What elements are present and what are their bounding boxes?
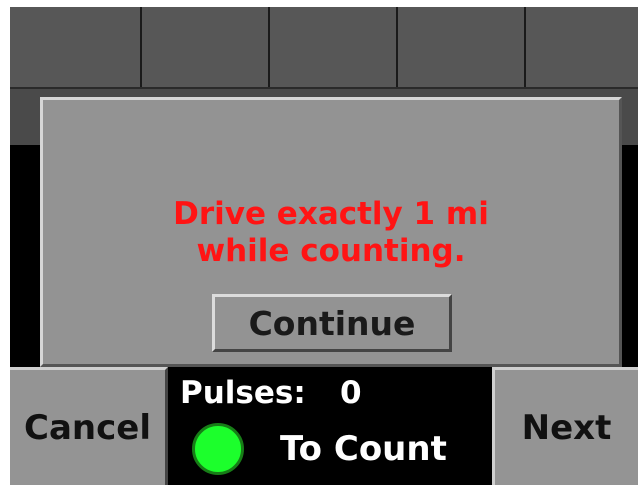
toolbar-cell-5[interactable] xyxy=(526,7,638,87)
toolbar-cell-2[interactable] xyxy=(142,7,270,87)
status-label: To Count xyxy=(280,429,447,469)
continue-button[interactable]: Continue xyxy=(212,294,452,352)
toolbar-cell-4[interactable] xyxy=(398,7,526,87)
calibration-dialog: Drive exactly 1 mi while counting. Conti… xyxy=(40,97,622,367)
pulse-status-panel: Pulses: 0 To Count xyxy=(170,367,490,485)
toolbar-cell-3[interactable] xyxy=(270,7,398,87)
cancel-button[interactable]: Cancel xyxy=(10,367,168,485)
status-led-icon xyxy=(192,423,244,475)
top-toolbar xyxy=(10,7,638,87)
device-screen: Drive exactly 1 mi while counting. Conti… xyxy=(10,7,638,485)
pulses-value: 0 xyxy=(340,375,362,411)
dialog-message: Drive exactly 1 mi while counting. xyxy=(43,196,619,270)
toolbar-cell-1[interactable] xyxy=(10,7,142,87)
pulses-label: Pulses: xyxy=(180,375,306,411)
next-button[interactable]: Next xyxy=(492,367,638,485)
message-line-2: while counting. xyxy=(196,233,466,269)
message-line-1: Drive exactly 1 mi xyxy=(173,196,489,232)
